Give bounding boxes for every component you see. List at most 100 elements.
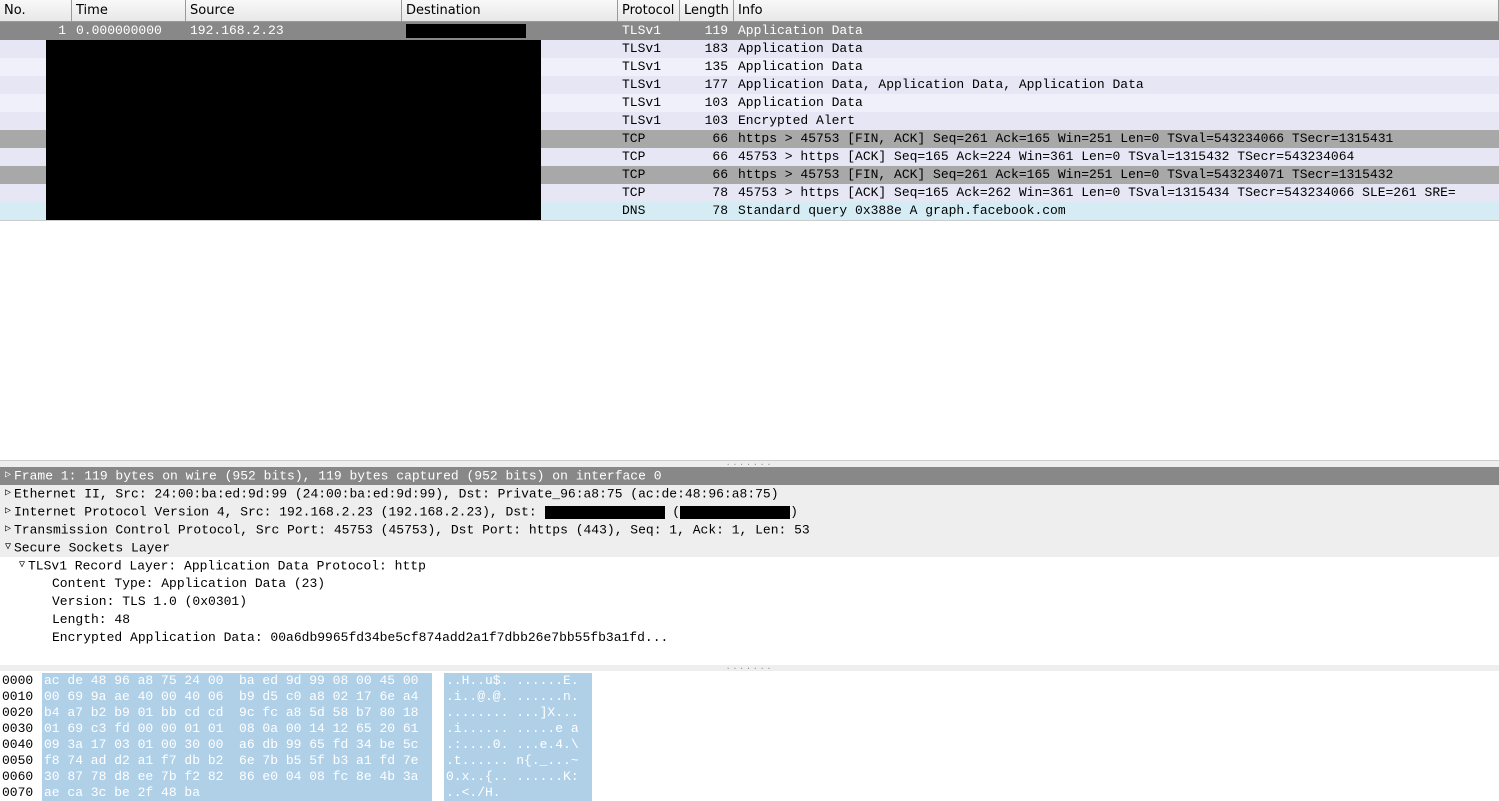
cell-info: Application Data — [734, 22, 1499, 40]
cell-len: 66 — [680, 166, 734, 184]
cell-len: 78 — [680, 202, 734, 220]
detail-ip[interactable]: ▷Internet Protocol Version 4, Src: 192.1… — [0, 503, 1499, 521]
detail-tcp[interactable]: ▷Transmission Control Protocol, Src Port… — [0, 521, 1499, 539]
cell-no: 1 — [0, 22, 72, 40]
cell-info: https > 45753 [FIN, ACK] Seq=261 Ack=165… — [734, 130, 1499, 148]
hex-line[interactable]: 0050f8 74 ad d2 a1 f7 db b2 6e 7b b5 5f … — [0, 753, 1499, 769]
collapse-icon[interactable]: ▽ — [2, 539, 14, 557]
hex-line[interactable]: 006030 87 78 d8 ee 7b f2 82 86 e0 04 08 … — [0, 769, 1499, 785]
cell-info: https > 45753 [FIN, ACK] Seq=261 Ack=165… — [734, 166, 1499, 184]
packet-list-pane: No. Time Source Destination Protocol Len… — [0, 0, 1499, 221]
hex-ascii: ..<./H. — [444, 785, 592, 801]
detail-ethernet[interactable]: ▷Ethernet II, Src: 24:00:ba:ed:9d:99 (24… — [0, 485, 1499, 503]
expand-icon[interactable]: ▷ — [2, 503, 14, 521]
hex-ascii: .i...... .....e a — [444, 721, 592, 737]
hex-line[interactable]: 0000ac de 48 96 a8 75 24 00 ba ed 9d 99 … — [0, 673, 1499, 689]
cell-info: Encrypted Alert — [734, 112, 1499, 130]
hex-line[interactable]: 001000 69 9a ae 40 00 40 06 b9 d5 c0 a8 … — [0, 689, 1499, 705]
cell-proto: TCP — [618, 130, 680, 148]
hex-bytes: 30 87 78 d8 ee 7b f2 82 86 e0 04 08 fc 8… — [42, 769, 432, 785]
detail-content-type[interactable]: Content Type: Application Data (23) — [0, 575, 1499, 593]
col-header-no[interactable]: No. — [0, 0, 72, 21]
hex-bytes: f8 74 ad d2 a1 f7 db b2 6e 7b b5 5f b3 a… — [42, 753, 432, 769]
redacted-ip-icon — [680, 506, 790, 519]
hex-bytes: 09 3a 17 03 01 00 30 00 a6 db 99 65 fd 3… — [42, 737, 432, 753]
col-header-length[interactable]: Length — [680, 0, 734, 21]
detail-frame[interactable]: ▷Frame 1: 119 bytes on wire (952 bits), … — [0, 467, 1499, 485]
col-header-destination[interactable]: Destination — [402, 0, 618, 21]
hex-offset: 0020 — [0, 705, 42, 721]
cell-proto: TCP — [618, 148, 680, 166]
hex-offset: 0050 — [0, 753, 42, 769]
hex-offset: 0030 — [0, 721, 42, 737]
col-header-time[interactable]: Time — [72, 0, 186, 21]
cell-info: Application Data, Application Data, Appl… — [734, 76, 1499, 94]
cell-len: 135 — [680, 58, 734, 76]
hex-offset: 0070 — [0, 785, 42, 801]
expand-icon[interactable]: ▷ — [2, 467, 14, 485]
expand-icon[interactable]: ▷ — [2, 521, 14, 539]
col-header-info[interactable]: Info — [734, 0, 1499, 21]
hex-bytes: ae ca 3c be 2f 48 ba — [42, 785, 432, 801]
detail-encrypted-data[interactable]: Encrypted Application Data: 00a6db9965fd… — [0, 629, 1499, 647]
packet-list-header: No. Time Source Destination Protocol Len… — [0, 0, 1499, 22]
cell-dst — [402, 22, 618, 40]
cell-info: Standard query 0x388e A graph.facebook.c… — [734, 202, 1499, 220]
packet-list-body: 10.000000000192.168.2.23TLSv1119Applicat… — [0, 22, 1499, 220]
cell-time: 0.000000000 — [72, 22, 186, 40]
hex-ascii: 0.x..{.. ......K: — [444, 769, 592, 785]
hex-ascii: .i..@.@. ......n. — [444, 689, 592, 705]
cell-proto: TLSv1 — [618, 22, 680, 40]
packet-details-pane: ▷Frame 1: 119 bytes on wire (952 bits), … — [0, 467, 1499, 665]
cell-len: 183 — [680, 40, 734, 58]
hex-line[interactable]: 0020b4 a7 b2 b9 01 bb cd cd 9c fc a8 5d … — [0, 705, 1499, 721]
detail-ssl[interactable]: ▽Secure Sockets Layer — [0, 539, 1499, 557]
cell-len: 177 — [680, 76, 734, 94]
detail-version[interactable]: Version: TLS 1.0 (0x0301) — [0, 593, 1499, 611]
cell-proto: DNS — [618, 202, 680, 220]
hex-ascii: ........ ...]X... — [444, 705, 592, 721]
cell-info: Application Data — [734, 94, 1499, 112]
cell-proto: TLSv1 — [618, 76, 680, 94]
detail-tls-record[interactable]: ▽TLSv1 Record Layer: Application Data Pr… — [0, 557, 1499, 575]
cell-len: 119 — [680, 22, 734, 40]
hex-ascii: ..H..u$. ......E. — [444, 673, 592, 689]
cell-len: 66 — [680, 148, 734, 166]
hex-offset: 0060 — [0, 769, 42, 785]
hex-line[interactable]: 0070ae ca 3c be 2f 48 ba ..<./H. — [0, 785, 1499, 801]
expand-icon[interactable]: ▷ — [2, 485, 14, 503]
packet-bytes-pane: 0000ac de 48 96 a8 75 24 00 ba ed 9d 99 … — [0, 671, 1499, 801]
col-header-protocol[interactable]: Protocol — [618, 0, 680, 21]
redacted-dst-icon — [406, 24, 526, 38]
detail-length[interactable]: Length: 48 — [0, 611, 1499, 629]
collapse-icon[interactable]: ▽ — [16, 557, 28, 575]
hex-bytes: 01 69 c3 fd 00 00 01 01 08 0a 00 14 12 6… — [42, 721, 432, 737]
cell-len: 66 — [680, 130, 734, 148]
cell-info: Application Data — [734, 40, 1499, 58]
hex-ascii: .t...... n{._...~ — [444, 753, 592, 769]
hex-offset: 0040 — [0, 737, 42, 753]
cell-proto: TLSv1 — [618, 40, 680, 58]
cell-proto: TCP — [618, 184, 680, 202]
cell-len: 78 — [680, 184, 734, 202]
packet-list-empty-area — [0, 221, 1499, 461]
cell-info: 45753 > https [ACK] Seq=165 Ack=262 Win=… — [734, 184, 1499, 202]
hex-bytes: b4 a7 b2 b9 01 bb cd cd 9c fc a8 5d 58 b… — [42, 705, 432, 721]
cell-proto: TLSv1 — [618, 58, 680, 76]
hex-offset: 0000 — [0, 673, 42, 689]
packet-row[interactable]: 10.000000000192.168.2.23TLSv1119Applicat… — [0, 22, 1499, 40]
cell-proto: TLSv1 — [618, 112, 680, 130]
redaction-block — [46, 40, 541, 220]
cell-proto: TCP — [618, 166, 680, 184]
hex-line[interactable]: 004009 3a 17 03 01 00 30 00 a6 db 99 65 … — [0, 737, 1499, 753]
hex-line[interactable]: 003001 69 c3 fd 00 00 01 01 08 0a 00 14 … — [0, 721, 1499, 737]
hex-ascii: .:....0. ...e.4.\ — [444, 737, 592, 753]
hex-bytes: 00 69 9a ae 40 00 40 06 b9 d5 c0 a8 02 1… — [42, 689, 432, 705]
col-header-source[interactable]: Source — [186, 0, 402, 21]
redacted-ip-icon — [545, 506, 665, 519]
hex-offset: 0010 — [0, 689, 42, 705]
cell-info: Application Data — [734, 58, 1499, 76]
cell-len: 103 — [680, 94, 734, 112]
cell-len: 103 — [680, 112, 734, 130]
cell-proto: TLSv1 — [618, 94, 680, 112]
